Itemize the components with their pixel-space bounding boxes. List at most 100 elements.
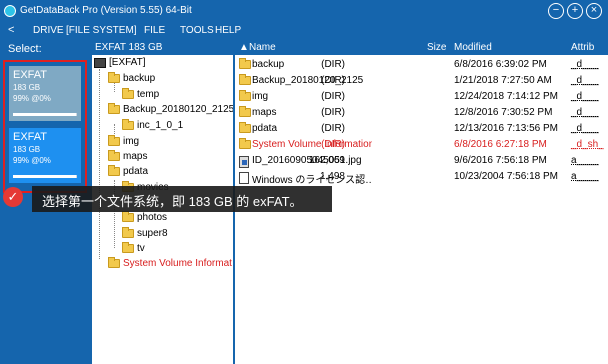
file-size: (DIR)	[321, 107, 345, 118]
file-size: (DIR)	[321, 139, 345, 150]
folder-icon	[239, 138, 251, 149]
maximize-button[interactable]: +	[567, 3, 583, 19]
tree-guide-line	[114, 124, 115, 134]
drive-card-1[interactable]: EXFAT 183 GB 99% @0%	[9, 66, 81, 121]
file-attrib: _d___	[571, 107, 599, 118]
tree-header-label: EXFAT 183 GB	[95, 42, 163, 53]
title-bar: GetDataBack Pro (Version 5.55) 64-Bit − …	[0, 0, 608, 22]
tree-guide-line	[99, 69, 100, 259]
folder-icon	[122, 88, 134, 99]
file-attrib: _d___	[571, 75, 599, 86]
folder-icon	[239, 90, 251, 101]
folder-icon	[108, 72, 120, 83]
file-row[interactable]: Windows のライセンス認… 1,498 10/23/2004 7:56:1…	[235, 169, 608, 186]
tree-item-label: pdata	[123, 166, 149, 177]
menu-file-system[interactable]: [FILE SYSTEM]	[66, 25, 137, 36]
tree-item-label: System Volume Informat	[123, 258, 232, 269]
file-modified: 12/8/2016 7:30:52 PM	[454, 107, 553, 118]
folder-icon	[108, 165, 120, 176]
drive-size: 183 GB	[13, 83, 41, 92]
tree-item-label: [EXFAT]	[109, 57, 146, 68]
tree-item-label: Backup_20180120_2125	[123, 104, 233, 115]
file-name: Windows のライセンス認…	[252, 175, 372, 186]
file-attrib: _d_sh_	[571, 139, 604, 150]
tree-item-label: backup	[123, 73, 156, 84]
drive-progress-text: 99% @0%	[13, 156, 51, 165]
tree-item-label: inc_1_0_1	[137, 120, 184, 131]
file-attrib: _d___	[571, 123, 599, 134]
file-attrib: _d___	[571, 59, 599, 70]
file-row[interactable]: Backup_20180120_2125 (DIR) 1/21/2018 7:2…	[235, 73, 608, 89]
file-row[interactable]: backup (DIR) 6/8/2016 6:39:02 PM _d___	[235, 57, 608, 73]
select-label: Select:	[8, 43, 42, 55]
drive-icon	[94, 58, 106, 68]
folder-icon	[239, 74, 251, 85]
drive-name: EXFAT	[13, 69, 48, 81]
check-icon: ✓	[3, 187, 23, 207]
file-name: backup	[252, 59, 285, 70]
tree-item-label: tv	[137, 243, 145, 254]
file-list-header: ▲ Name Size Modified Attrib	[235, 39, 608, 55]
close-button[interactable]: ×	[586, 3, 602, 19]
folder-icon	[239, 122, 251, 133]
window-title: GetDataBack Pro (Version 5.55) 64-Bit	[20, 5, 192, 16]
menu-drive[interactable]: DRIVE	[33, 25, 64, 36]
column-header-name[interactable]: Name	[249, 42, 276, 53]
file-name: Backup_20180120_2125	[252, 75, 364, 86]
folder-icon	[122, 119, 134, 130]
tree-item-label: super8	[137, 228, 168, 239]
tree-item-label: img	[123, 136, 140, 147]
file-row[interactable]: ID_20160905045051.jpg 162,069 9/6/2016 7…	[235, 153, 608, 169]
drive-highlight-box: EXFAT 183 GB 99% @0% EXFAT 183 GB 99% @0…	[3, 60, 87, 193]
file-row[interactable]: pdata (DIR) 12/13/2016 7:13:56 PM _d___	[235, 121, 608, 137]
drive-progress-bar	[13, 175, 77, 178]
file-row[interactable]: maps (DIR) 12/8/2016 7:30:52 PM _d___	[235, 105, 608, 121]
file-size: 1,498	[319, 171, 345, 182]
back-button[interactable]: <	[8, 24, 14, 36]
tree-guide-line	[114, 82, 115, 92]
file-name: System Volume Information	[252, 139, 372, 150]
file-size: (DIR)	[321, 75, 345, 86]
tree-item-label: temp	[137, 89, 160, 100]
drive-size: 183 GB	[13, 145, 41, 154]
tree-header: EXFAT 183 GB	[92, 39, 233, 55]
drive-progress-text: 99% @0%	[13, 94, 51, 103]
file-modified: 12/13/2016 7:13:56 PM	[454, 123, 558, 134]
folder-icon	[122, 242, 134, 253]
folder-icon	[239, 106, 251, 117]
file-size: (DIR)	[321, 123, 345, 134]
image-file-icon	[239, 156, 249, 168]
file-modified: 12/24/2018 7:14:12 PM	[454, 91, 558, 102]
tree-item-label: photos	[137, 212, 168, 223]
file-modified: 10/23/2004 7:56:18 PM	[454, 171, 558, 182]
folder-icon	[108, 103, 120, 114]
folder-icon	[239, 58, 251, 69]
menu-file[interactable]: FILE	[144, 25, 165, 36]
drive-progress-fill	[13, 113, 77, 116]
file-row[interactable]: System Volume Information (DIR) 6/8/2016…	[235, 137, 608, 153]
folder-icon	[108, 135, 120, 146]
menu-bar: < DRIVE [FILE SYSTEM] FILE TOOLS HELP	[0, 22, 608, 39]
folder-icon	[108, 257, 120, 268]
menu-help[interactable]: HELP	[215, 25, 241, 36]
app-logo-icon	[4, 5, 16, 17]
minimize-button[interactable]: −	[548, 3, 564, 19]
file-name: maps	[252, 107, 277, 118]
column-header-attrib[interactable]: Attrib	[571, 42, 594, 53]
file-attrib: a____	[571, 171, 599, 182]
file-name: pdata	[252, 123, 278, 134]
drive-progress-bar	[13, 113, 77, 116]
folder-icon	[108, 150, 120, 161]
menu-tools[interactable]: TOOLS	[180, 25, 214, 36]
folder-icon	[122, 227, 134, 238]
folder-icon	[122, 211, 134, 222]
file-attrib: a____	[571, 155, 599, 166]
file-modified: 9/6/2016 7:56:18 PM	[454, 155, 547, 166]
column-header-modified[interactable]: Modified	[454, 42, 492, 53]
file-row[interactable]: img (DIR) 12/24/2018 7:14:12 PM _d___	[235, 89, 608, 105]
sort-ascending-icon: ▲	[239, 42, 249, 53]
drive-name: EXFAT	[13, 131, 48, 143]
drive-card-2[interactable]: EXFAT 183 GB 99% @0%	[9, 128, 81, 183]
column-header-size[interactable]: Size	[427, 42, 446, 53]
file-modified: 6/8/2016 6:27:18 PM	[454, 139, 547, 150]
